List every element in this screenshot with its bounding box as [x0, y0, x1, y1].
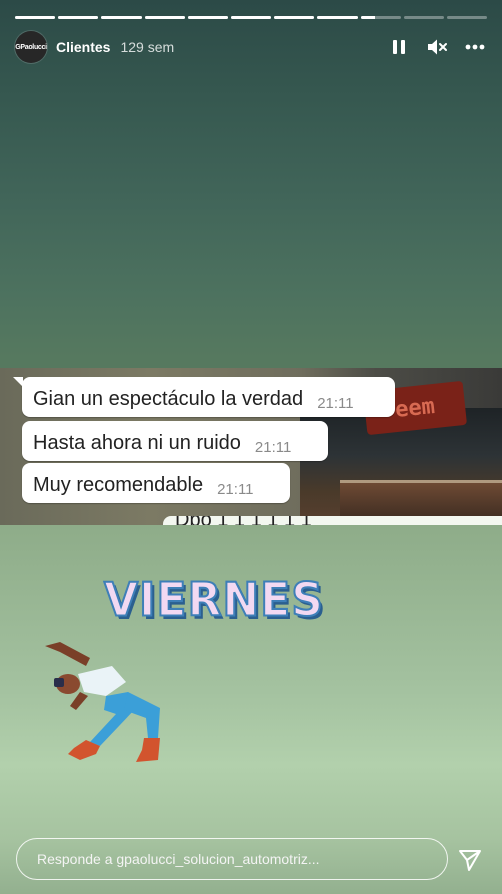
- reply-placeholder: Responde a gpaolucci_solucion_automotriz…: [37, 851, 320, 867]
- message-time: 21:11: [217, 481, 254, 498]
- progress-segment: [274, 16, 315, 19]
- muted-speaker-icon: [428, 39, 447, 55]
- progress-segment: [101, 16, 142, 19]
- chat-message: Muy recomendable 21:11: [22, 463, 290, 503]
- posted-time: 129 sem: [120, 39, 175, 55]
- progress-segment: [403, 16, 444, 19]
- pause-icon: [393, 40, 405, 54]
- message-time: 21:11: [317, 395, 354, 412]
- progress-segment: [187, 16, 228, 19]
- message-text: Muy recomendable: [33, 474, 204, 496]
- progress-segment: [360, 16, 401, 19]
- progress-segment: [317, 16, 358, 19]
- dancing-person-sticker: [45, 642, 160, 762]
- account-name[interactable]: Clientes: [56, 39, 110, 55]
- viernes-sticker: VIERNES: [103, 573, 324, 629]
- more-options-button[interactable]: [463, 35, 487, 59]
- chat-message: Hasta ahora ni un ruido 21:11: [22, 421, 328, 461]
- progress-segment: [144, 16, 185, 19]
- progress-segment: [15, 16, 56, 19]
- mute-button[interactable]: [425, 35, 449, 59]
- send-icon: [459, 850, 481, 871]
- message-text: Gian un espectáculo la verdad: [33, 388, 304, 410]
- reply-input[interactable]: Responde a gpaolucci_solucion_automotriz…: [16, 838, 448, 880]
- send-button[interactable]: [457, 847, 483, 873]
- chat-message: Gian un espectáculo la verdad 21:11: [13, 377, 395, 417]
- message-text: Hasta ahora ni un ruido: [33, 432, 241, 454]
- progress-segment: [446, 16, 488, 19]
- pause-button[interactable]: [387, 35, 411, 59]
- story-header: GPaolucci Clientes 129 sem: [15, 31, 487, 63]
- story-controls: [387, 35, 487, 59]
- more-options-icon: [465, 44, 485, 50]
- avatar[interactable]: GPaolucci: [15, 31, 47, 63]
- progress-segment: [58, 16, 99, 19]
- story-progress-bar: [15, 16, 488, 19]
- message-time: 21:11: [254, 439, 292, 456]
- progress-segment: [230, 16, 272, 19]
